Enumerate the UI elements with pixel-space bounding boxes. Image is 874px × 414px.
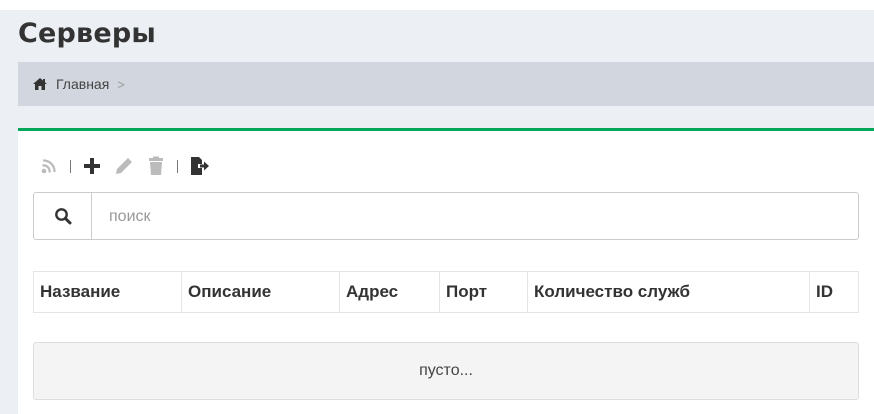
toolbar-separator: [70, 159, 71, 173]
breadcrumb-home-link[interactable]: Главная: [56, 76, 109, 92]
column-header-services-count[interactable]: Количество служб: [528, 272, 810, 312]
servers-box: Название Описание Адрес Порт Количество …: [18, 128, 874, 414]
column-header-port[interactable]: Порт: [440, 272, 528, 312]
pencil-icon[interactable]: [113, 155, 135, 177]
top-strip: [0, 0, 874, 10]
signal-icon[interactable]: [38, 155, 60, 177]
page-title: Серверы: [18, 18, 156, 49]
search-input[interactable]: [92, 193, 858, 241]
search-box: [33, 192, 859, 241]
search-icon[interactable]: [34, 193, 92, 239]
breadcrumb: Главная >: [18, 62, 874, 106]
export-icon[interactable]: [188, 155, 210, 177]
plus-icon[interactable]: [81, 155, 103, 177]
empty-state: пусто...: [33, 342, 859, 400]
column-header-address[interactable]: Адрес: [340, 272, 440, 312]
toolbar: [38, 153, 220, 179]
home-icon[interactable]: [32, 77, 48, 91]
toolbar-separator: [177, 159, 178, 173]
breadcrumb-separator: >: [117, 76, 125, 92]
trash-icon[interactable]: [145, 155, 167, 177]
column-header-name[interactable]: Название: [34, 272, 182, 312]
column-header-description[interactable]: Описание: [182, 272, 340, 312]
column-header-id[interactable]: ID: [810, 272, 858, 312]
servers-table-header: Название Описание Адрес Порт Количество …: [33, 271, 859, 313]
